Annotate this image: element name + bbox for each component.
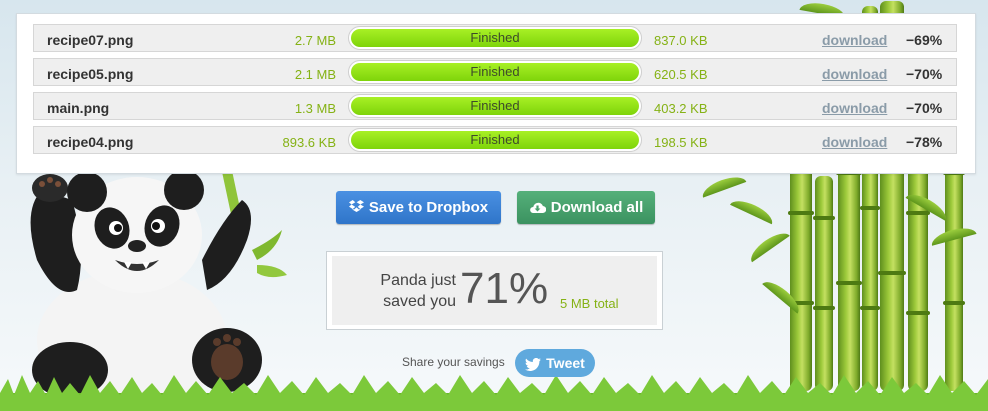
- cloud-download-icon: [529, 202, 546, 214]
- share-label: Share your savings: [402, 355, 505, 369]
- new-size: 837.0 KB: [654, 33, 708, 48]
- savings-percent-total: 71%: [460, 264, 549, 313]
- progress-fill: Finished: [351, 29, 639, 47]
- original-size: 1.3 MB: [294, 101, 336, 116]
- download-link[interactable]: download: [822, 100, 887, 116]
- progress-bar: Finished: [348, 60, 642, 84]
- new-size: 198.5 KB: [654, 135, 708, 150]
- savings-percent: −69%: [906, 32, 943, 48]
- file-row: recipe05.png 2.1 MB Finished 620.5 KB do…: [33, 58, 957, 86]
- panda-mascot: [30, 155, 287, 400]
- savings-percent: −70%: [906, 100, 943, 116]
- progress-bar: Finished: [348, 128, 642, 152]
- progress-fill: Finished: [351, 131, 639, 149]
- progress-bar: Finished: [348, 26, 642, 50]
- savings-percent: −70%: [906, 66, 943, 82]
- savings-total-size: 5 MB total: [560, 296, 619, 311]
- savings-caption-line1: Panda just: [380, 272, 456, 289]
- grass-ground: [0, 375, 988, 411]
- file-row: recipe07.png 2.7 MB Finished 837.0 KB do…: [33, 24, 957, 52]
- original-size: 2.7 MB: [294, 33, 336, 48]
- twitter-bird-icon: [525, 357, 542, 371]
- file-row: recipe04.png 893.6 KB Finished 198.5 KB …: [33, 126, 957, 154]
- savings-summary: Panda just saved you 71% 5 MB total: [326, 251, 663, 330]
- file-name: main.png: [47, 100, 110, 116]
- new-size: 620.5 KB: [654, 67, 708, 82]
- download-all-button[interactable]: Download all: [517, 191, 655, 224]
- tweet-button-label: Tweet: [546, 355, 585, 371]
- original-size: 2.1 MB: [294, 67, 336, 82]
- save-to-dropbox-button[interactable]: Save to Dropbox: [336, 191, 501, 224]
- file-name: recipe04.png: [47, 134, 134, 150]
- savings-caption-line2: saved you: [383, 293, 456, 310]
- savings-caption: Panda just saved you: [360, 270, 456, 312]
- tweet-button[interactable]: Tweet: [515, 349, 595, 377]
- progress-fill: Finished: [351, 97, 639, 115]
- savings-summary-inner: Panda just saved you 71% 5 MB total: [332, 256, 657, 325]
- file-name: recipe05.png: [47, 66, 134, 82]
- progress-bar: Finished: [348, 94, 642, 118]
- download-link[interactable]: download: [822, 134, 887, 150]
- new-size: 403.2 KB: [654, 101, 708, 116]
- progress-fill: Finished: [351, 63, 639, 81]
- download-link[interactable]: download: [822, 32, 887, 48]
- dropbox-button-label: Save to Dropbox: [368, 199, 489, 216]
- results-panel: recipe07.png 2.7 MB Finished 837.0 KB do…: [16, 13, 976, 174]
- savings-percent: −78%: [906, 134, 943, 150]
- download-all-button-label: Download all: [550, 199, 644, 216]
- dropbox-icon: [348, 200, 364, 212]
- file-name: recipe07.png: [47, 32, 134, 48]
- download-link[interactable]: download: [822, 66, 887, 82]
- file-row: main.png 1.3 MB Finished 403.2 KB downlo…: [33, 92, 957, 120]
- original-size: 893.6 KB: [282, 135, 337, 150]
